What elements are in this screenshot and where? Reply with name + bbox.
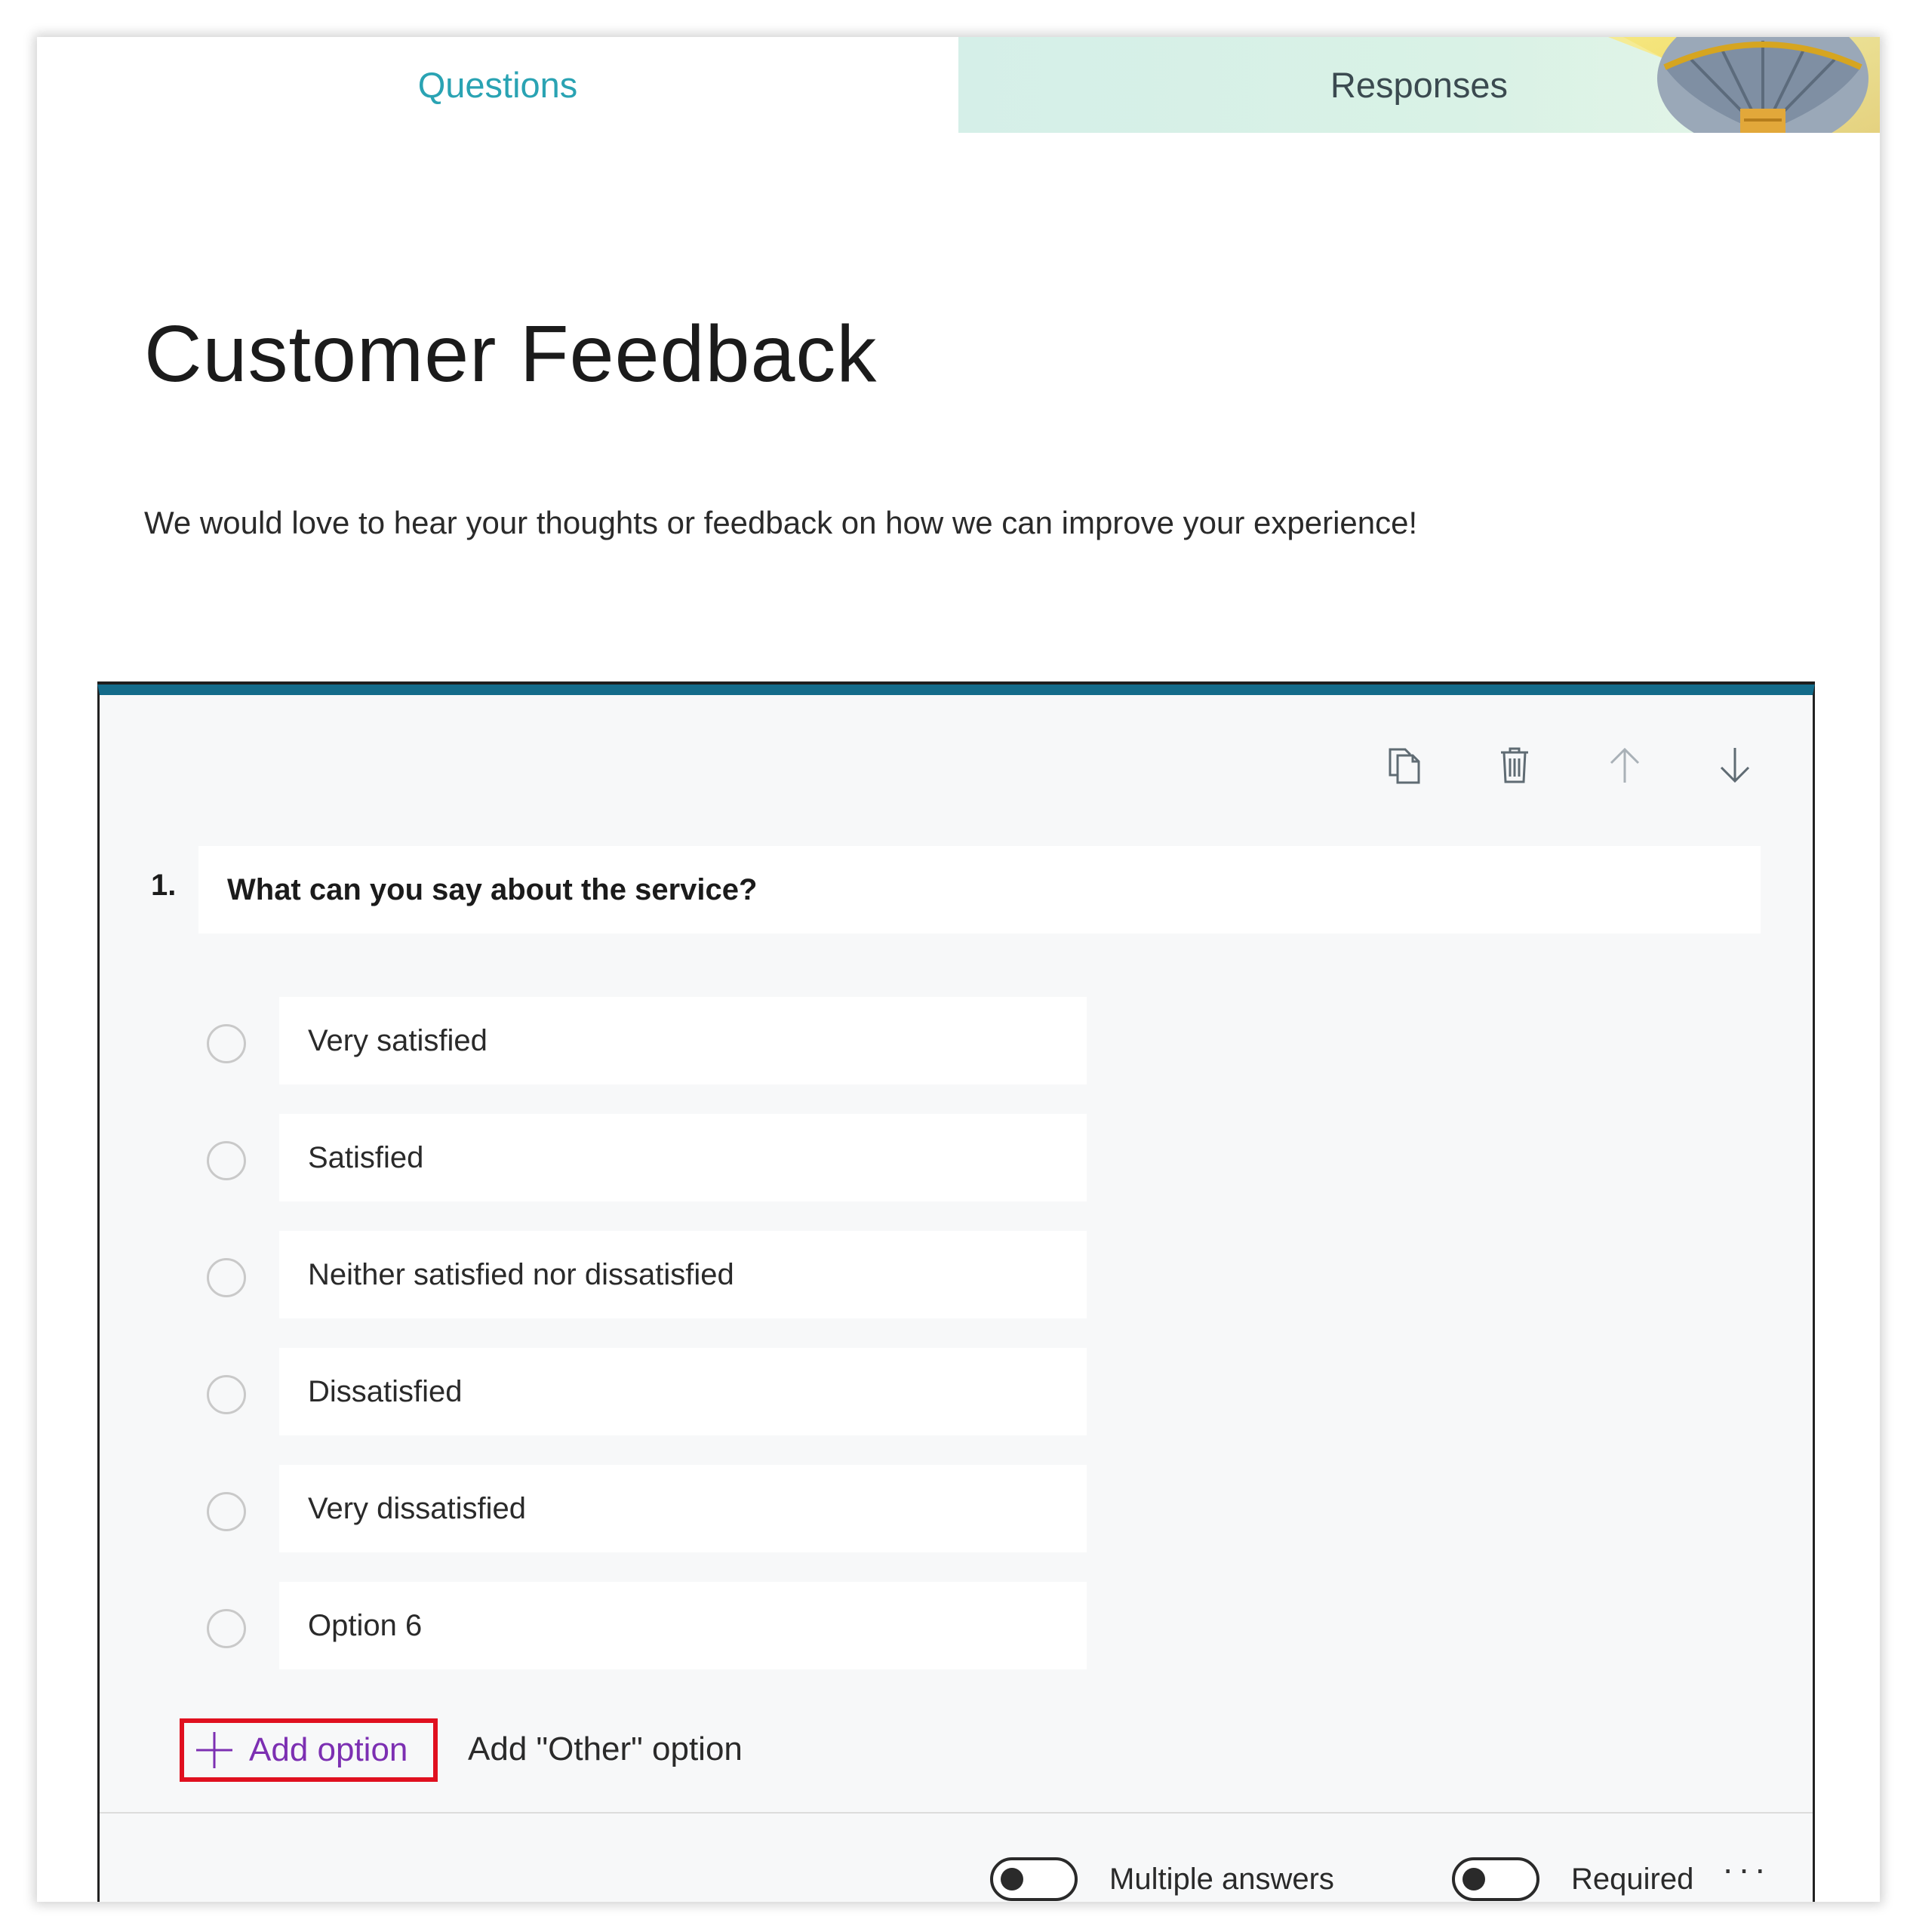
multiple-answers-group: Multiple answers: [990, 1857, 1334, 1901]
form-description[interactable]: We would love to hear your thoughts or f…: [144, 505, 1417, 541]
option-field[interactable]: Satisfied: [279, 1114, 1087, 1201]
add-other-option-button[interactable]: Add "Other" option: [468, 1730, 743, 1768]
add-option-label: Add option: [249, 1731, 408, 1768]
radio-button[interactable]: [207, 1609, 246, 1648]
tab-questions[interactable]: Questions: [37, 37, 958, 133]
copy-question-button[interactable]: [1379, 740, 1429, 790]
tab-bar: Questions Responses: [37, 37, 1880, 133]
form-title[interactable]: Customer Feedback: [144, 309, 877, 400]
question-card[interactable]: 1. What can you say about the service? V…: [97, 681, 1815, 1902]
more-options-button[interactable]: ···: [1722, 1848, 1770, 1889]
option-field[interactable]: Very dissatisfied: [279, 1465, 1087, 1552]
option-row: Very satisfied: [100, 997, 1813, 1084]
option-row: Option 6: [100, 1582, 1813, 1669]
radio-button[interactable]: [207, 1258, 246, 1297]
option-field[interactable]: Option 6: [279, 1582, 1087, 1669]
plus-icon: [196, 1732, 232, 1768]
radio-button[interactable]: [207, 1492, 246, 1531]
required-toggle[interactable]: [1452, 1857, 1539, 1901]
multiple-answers-label: Multiple answers: [1109, 1862, 1334, 1896]
tab-responses-label: Responses: [1330, 65, 1509, 105]
radio-button[interactable]: [207, 1141, 246, 1180]
add-option-button[interactable]: Add option: [180, 1718, 438, 1782]
delete-question-button[interactable]: [1490, 740, 1539, 790]
option-row: Dissatisfied: [100, 1348, 1813, 1435]
option-row: Neither satisfied nor dissatisfied: [100, 1231, 1813, 1318]
tab-questions-label: Questions: [417, 65, 578, 105]
question-number: 1.: [151, 869, 177, 902]
option-field[interactable]: Very satisfied: [279, 997, 1087, 1084]
radio-button[interactable]: [207, 1024, 246, 1063]
move-up-button[interactable]: [1600, 740, 1650, 790]
balloon-art: [1608, 37, 1880, 133]
multiple-answers-toggle[interactable]: [990, 1857, 1078, 1901]
toggle-knob: [1001, 1868, 1023, 1890]
move-down-button[interactable]: [1710, 740, 1760, 790]
option-row: Very dissatisfied: [100, 1465, 1813, 1552]
tab-responses[interactable]: Responses: [958, 37, 1880, 133]
required-label: Required: [1571, 1862, 1694, 1896]
option-field[interactable]: Dissatisfied: [279, 1348, 1087, 1435]
radio-button[interactable]: [207, 1375, 246, 1414]
question-toolbar: [1379, 740, 1760, 790]
question-text-field[interactable]: What can you say about the service?: [198, 846, 1761, 934]
toggle-knob: [1462, 1868, 1485, 1890]
option-field[interactable]: Neither satisfied nor dissatisfied: [279, 1231, 1087, 1318]
forms-window: Questions Responses Customer Feedback We…: [37, 37, 1880, 1902]
arrow-down-icon: [1720, 748, 1750, 783]
required-group: Required: [1452, 1857, 1693, 1901]
arrow-up-icon: [1610, 747, 1640, 783]
copy-icon: [1389, 748, 1420, 784]
trash-icon: [1501, 747, 1528, 783]
option-row: Satisfied: [100, 1114, 1813, 1201]
card-divider: [100, 1812, 1813, 1814]
